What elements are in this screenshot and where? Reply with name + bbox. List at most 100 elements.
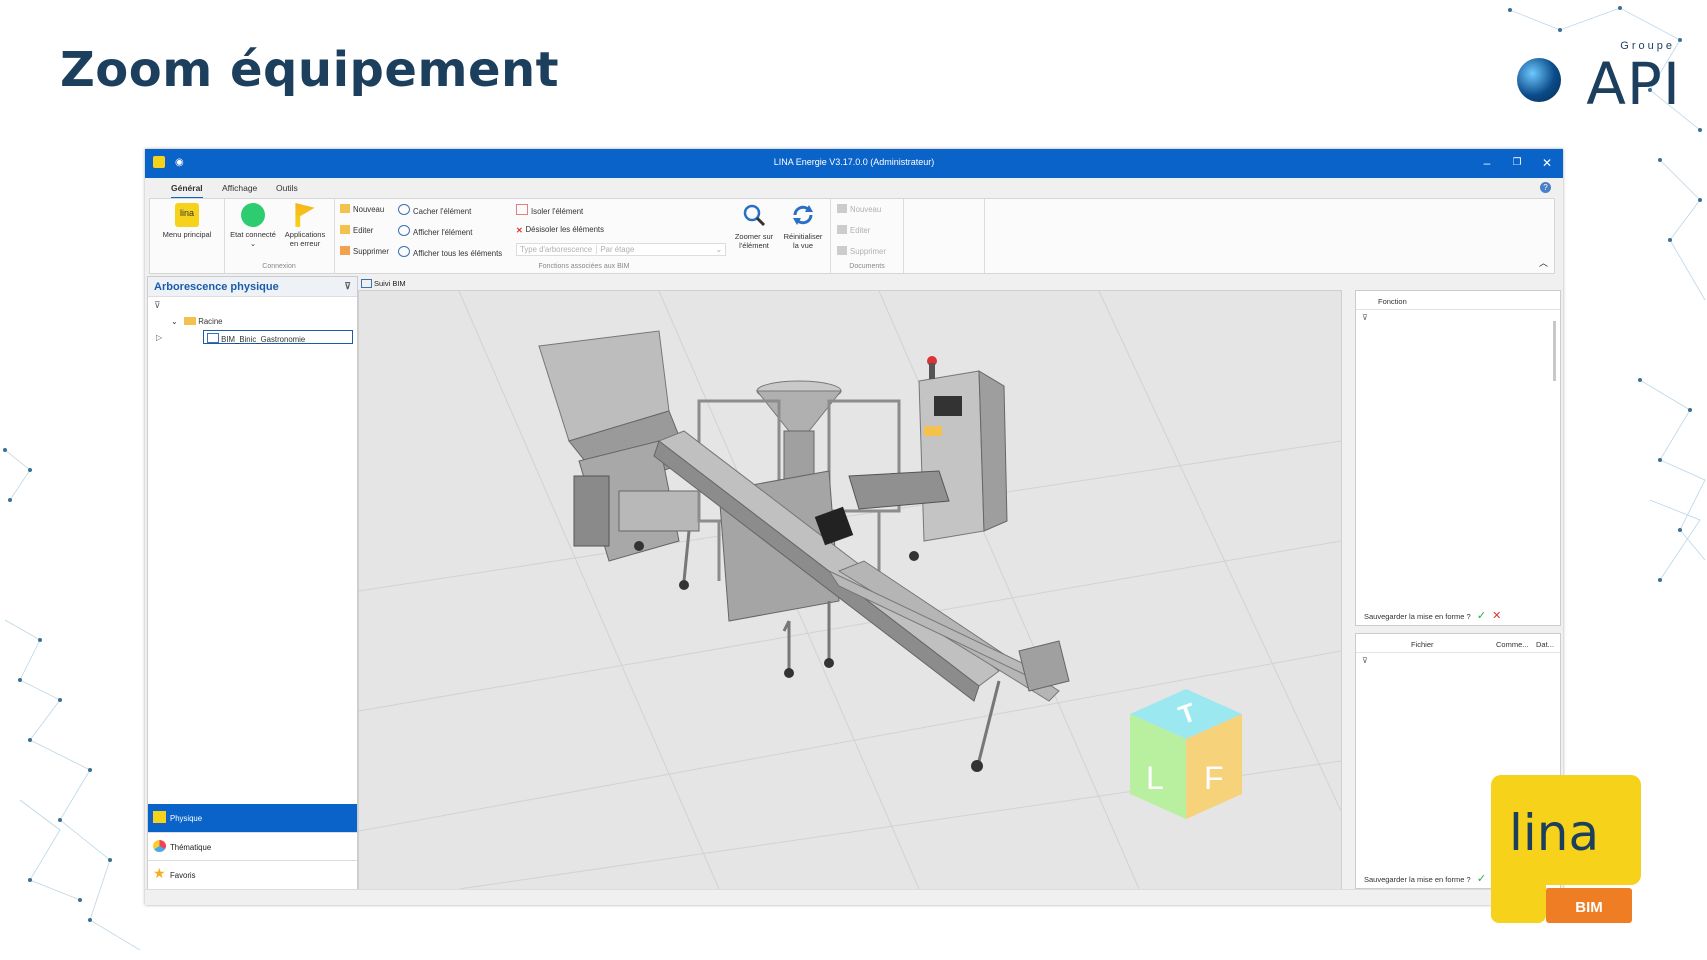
tree-node-bim-binic[interactable]: BIM_Binic_Gastronomie: [203, 330, 353, 344]
nav-thematique[interactable]: Thématique: [148, 832, 357, 860]
expand-icon[interactable]: ▷: [156, 333, 162, 342]
nouveau-label: Nouveau: [353, 205, 385, 214]
status-bar: [145, 889, 1563, 905]
racine-label: Racine: [198, 317, 223, 326]
palette-icon: [153, 840, 166, 852]
fonction-column-header[interactable]: Fonction: [1378, 297, 1407, 306]
nav-physique[interactable]: Physique: [148, 804, 357, 832]
type-arborescence-value: Par étage: [596, 245, 635, 254]
cube-face-front[interactable]: F: [1204, 760, 1224, 796]
restore-button[interactable]: ❐: [1503, 154, 1531, 172]
ribbon-tabs: Général Affichage Outils ?: [145, 178, 1563, 199]
ribbon-group-connexion: Etat connecté ⌄ Applications en erreur Co…: [224, 199, 335, 273]
panel-title: Arborescence physique: [154, 281, 279, 293]
app-window: ◉ LINA Energie V3.17.0.0 (Administrateur…: [145, 149, 1563, 905]
fichier-column-header[interactable]: Fichier: [1411, 640, 1434, 649]
zoomer-element-button[interactable]: Zoomer sur l'élément: [731, 203, 777, 250]
window-titlebar: ◉ LINA Energie V3.17.0.0 (Administrateur…: [145, 149, 1563, 178]
tree-node-racine[interactable]: ⌄ Racine: [171, 317, 223, 326]
applications-en-erreur-button[interactable]: Applications en erreur: [280, 203, 330, 248]
bim-logo-text: BIM: [1575, 899, 1603, 916]
folder-plus-icon: [340, 204, 350, 213]
collapse-icon[interactable]: ⌄: [171, 317, 178, 326]
reinitialiser-label: Réinitialiser la vue: [783, 232, 823, 250]
commentaire-column-header[interactable]: Comme...: [1496, 640, 1529, 649]
chevron-down-icon: ⌄: [715, 245, 722, 254]
date-column-header[interactable]: Dat...: [1536, 640, 1554, 649]
applications-label: Applications en erreur: [284, 230, 326, 248]
lina-app-icon: lina: [175, 203, 199, 227]
save-format-row-bottom: Sauvegarder la mise en forme ? ✓: [1364, 872, 1486, 885]
menu-principal-label: Menu principal: [162, 230, 212, 239]
nav-favoris[interactable]: ★ Favoris: [148, 860, 357, 888]
cacher-element-button[interactable]: Cacher l'élément: [398, 204, 471, 216]
menu-principal-button[interactable]: lina Menu principal: [156, 203, 218, 239]
navigation-cube[interactable]: T L F: [1124, 684, 1249, 824]
globe-icon: [1517, 58, 1561, 102]
doc-nouveau-button[interactable]: Nouveau: [837, 204, 881, 214]
bim-3d-viewer[interactable]: T L F: [358, 290, 1342, 890]
afficher-tous-button[interactable]: Afficher tous les éléments: [398, 246, 502, 258]
groupe-api-logo: Groupe API: [1511, 40, 1681, 118]
panel-header: Arborescence physique ⊽: [148, 277, 357, 297]
isoler-button[interactable]: Isoler l'élément: [516, 204, 583, 216]
doc-editer-button[interactable]: Editer: [837, 225, 870, 235]
reinitialiser-vue-button[interactable]: Réinitialiser la vue: [780, 203, 826, 250]
doc-supprimer-label: Supprimer: [850, 247, 886, 256]
status-green-icon: [241, 203, 265, 227]
folder-icon: [184, 317, 197, 325]
pin-panel-icon[interactable]: ⊽: [344, 281, 351, 292]
eye-all-icon: [398, 246, 410, 257]
bim-model-icon: [207, 333, 219, 343]
filter-icon[interactable]: ⊽: [1362, 656, 1368, 665]
eye-icon: [398, 225, 410, 236]
red-x-icon: ✕: [516, 226, 523, 235]
scrollbar[interactable]: [1553, 321, 1556, 381]
viewer-tab[interactable]: Suivi BIM: [358, 276, 438, 290]
supprimer-button[interactable]: Supprimer: [340, 246, 389, 256]
tab-outils[interactable]: Outils: [276, 183, 298, 193]
editer-button[interactable]: Editer: [340, 225, 373, 235]
window-title: LINA Energie V3.17.0.0 (Administrateur): [773, 157, 935, 167]
cube-face-left[interactable]: L: [1146, 760, 1164, 796]
doc-nouveau-label: Nouveau: [850, 205, 882, 214]
lina-logo-text: lina: [1509, 804, 1599, 862]
folder-icon: [153, 811, 166, 823]
minimize-button[interactable]: –: [1473, 154, 1501, 172]
nav-physique-label: Physique: [170, 814, 203, 823]
lina-bim-logo: lina BIM: [1491, 775, 1641, 923]
nav-thematique-label: Thématique: [170, 843, 212, 852]
tab-affichage[interactable]: Affichage: [222, 183, 257, 193]
fonction-panel: Fonction ⊽ Sauvegarder la mise en forme …: [1355, 290, 1561, 626]
bim-group-label: Fonctions associées aux BIM: [538, 263, 630, 270]
confirm-check-icon[interactable]: ✓: [1477, 873, 1486, 885]
editer-label: Editer: [353, 226, 374, 235]
help-icon[interactable]: ?: [1540, 182, 1551, 193]
left-panel: Arborescence physique ⊽ ⊽ ⌄ Racine ▷ BIM…: [147, 276, 358, 890]
doc-delete-icon: [837, 246, 847, 255]
afficher-element-button[interactable]: Afficher l'élément: [398, 225, 472, 237]
confirm-check-icon[interactable]: ✓: [1477, 610, 1486, 622]
star-icon: ★: [153, 865, 166, 881]
type-arborescence-label: Type d'arborescence: [520, 245, 593, 254]
connexion-group-label: Connexion: [262, 263, 296, 270]
cacher-label: Cacher l'élément: [413, 207, 472, 216]
desisoler-button[interactable]: ✕ Désisoler les éléments: [516, 225, 604, 235]
etat-connecte-button[interactable]: Etat connecté ⌄: [228, 203, 278, 248]
filter-icon[interactable]: ⊽: [154, 300, 161, 311]
nav-favoris-label: Favoris: [170, 871, 196, 880]
logo-api-text: API: [1586, 50, 1681, 118]
close-button[interactable]: ✕: [1533, 154, 1561, 172]
afficher-label: Afficher l'élément: [413, 228, 473, 237]
save-prompt-top: Sauvegarder la mise en forme ?: [1364, 612, 1471, 621]
nouveau-button[interactable]: Nouveau: [340, 204, 384, 214]
doc-supprimer-button[interactable]: Supprimer: [837, 246, 886, 256]
filter-icon[interactable]: ⊽: [1362, 313, 1368, 322]
viewer-tab-icon: [361, 279, 372, 288]
slide-title: Zoom équipement: [60, 42, 560, 98]
collapse-ribbon-icon[interactable]: ︿: [1539, 256, 1548, 269]
tab-general[interactable]: Général: [171, 183, 203, 199]
type-arborescence-select[interactable]: Type d'arborescence Par étage ⌄: [516, 243, 726, 256]
cancel-x-icon[interactable]: ✕: [1492, 610, 1501, 622]
etat-connecte-label: Etat connecté: [230, 230, 276, 239]
